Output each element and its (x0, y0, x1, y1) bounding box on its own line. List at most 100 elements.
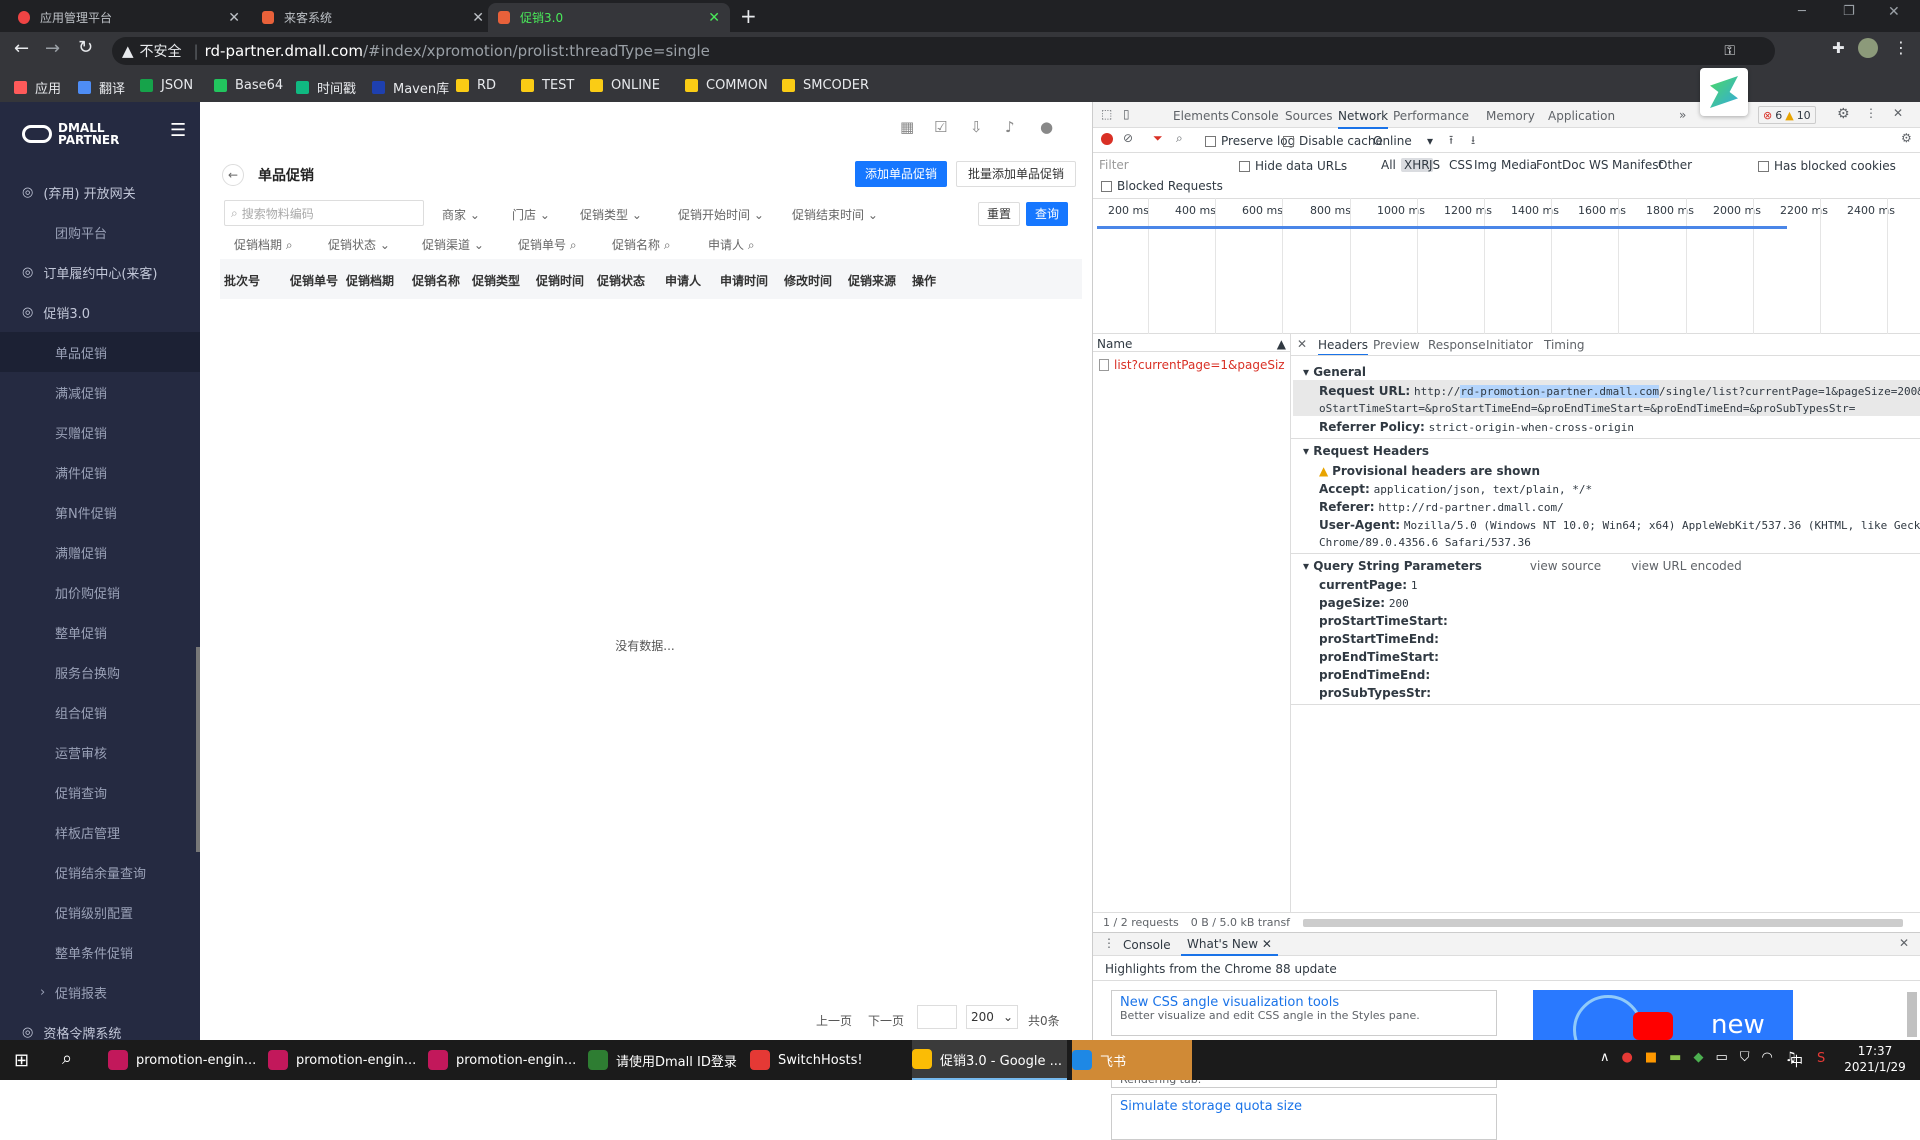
sidebar-item[interactable]: 促销级别配置 (0, 892, 200, 932)
drawer-tab-console[interactable]: Console (1123, 938, 1171, 952)
network-filter-input[interactable]: Filter (1097, 158, 1232, 176)
search-icon[interactable]: ⌕ (62, 1048, 72, 1069)
taskbar-app[interactable]: 请使用Dmall ID登录 (588, 1040, 746, 1080)
key-icon[interactable]: ⚿ (1724, 43, 1735, 59)
taskbar-app[interactable]: promotion-engin... (428, 1040, 578, 1080)
bookmark-item[interactable]: Maven库 (372, 78, 449, 97)
bookmark-item[interactable]: COMMON (685, 78, 768, 93)
back-button[interactable]: ← (222, 164, 244, 186)
close-icon[interactable]: ✕ (1262, 937, 1272, 951)
view-url-encoded-link[interactable]: view URL encoded (1631, 559, 1742, 573)
taskbar-app[interactable]: 促销3.0 - Google ... (912, 1040, 1067, 1080)
sidebar-item[interactable]: 买赠促销 (0, 412, 200, 452)
bookmark-item[interactable]: RD (456, 78, 496, 93)
bookmark-item[interactable]: SMCODER (782, 78, 869, 93)
grid-icon[interactable]: ▦ (900, 118, 914, 136)
sidebar-item[interactable]: 团购平台 (0, 212, 200, 252)
tray-app-icon[interactable]: ▭ (1715, 1050, 1727, 1065)
sidebar-item[interactable]: 单品促销 (0, 332, 200, 372)
sidebar-item[interactable]: ◎ 订单履约中心(来客) (0, 252, 200, 292)
reload-icon[interactable]: ↻ (78, 37, 93, 58)
bookmark-item[interactable]: 应用 (14, 78, 61, 97)
batch-add-button[interactable]: 批量添加单品促销 (956, 161, 1076, 187)
drawer-tab-whats-new[interactable]: What's New ✕ (1181, 932, 1278, 956)
windows-start-icon[interactable]: ⊞ (14, 1050, 29, 1071)
filter-field[interactable]: 申请人 ⌕ (708, 236, 755, 253)
resource-type-filter[interactable]: Manifest (1612, 158, 1663, 172)
resource-type-filter[interactable]: Other (1658, 158, 1692, 172)
forward-icon[interactable]: → (45, 38, 60, 59)
disable-cache-checkbox[interactable]: Disable cache (1283, 134, 1383, 148)
details-tab[interactable]: Initiator (1486, 338, 1533, 352)
prev-page-button[interactable]: 上一页 (816, 1012, 852, 1029)
add-single-promotion-button[interactable]: 添加单品促销 (855, 161, 947, 187)
whats-new-card[interactable]: New CSS angle visualization tools Better … (1111, 990, 1497, 1036)
drawer-menu-icon[interactable]: ⋮ (1103, 936, 1115, 950)
profile-avatar[interactable] (1858, 38, 1878, 58)
more-tabs-icon[interactable]: » (1679, 108, 1686, 122)
collapse-menu-icon[interactable]: ☰ (170, 120, 186, 141)
page-size-select[interactable]: 200 ⌄ (966, 1005, 1018, 1029)
sidebar-item[interactable]: 整单促销 (0, 612, 200, 652)
hide-data-urls-checkbox[interactable]: Hide data URLs (1239, 159, 1347, 173)
taskbar-app[interactable]: promotion-engin... (268, 1040, 418, 1080)
sidebar-item[interactable]: ◎ 促销3.0 (0, 292, 200, 332)
details-tab[interactable]: Response (1428, 338, 1486, 352)
omnibox[interactable]: ▲ 不安全 | rd-partner.dmall.com/#index/xpro… (112, 37, 1775, 65)
details-tab[interactable]: Timing (1544, 338, 1585, 352)
resource-type-filter[interactable]: WS (1589, 158, 1608, 172)
browser-tab[interactable]: 来客系统 ✕ (252, 3, 494, 32)
wifi-icon[interactable]: ◠ (1762, 1050, 1773, 1065)
tray-chevron-icon[interactable]: ∧ (1600, 1050, 1610, 1065)
network-settings-icon[interactable]: ⚙ (1901, 131, 1912, 145)
restore-button[interactable]: ❐ (1843, 4, 1855, 19)
devtools-tab[interactable]: Application (1548, 109, 1615, 123)
bookmark-item[interactable]: 翻译 (78, 78, 125, 97)
view-source-link[interactable]: view source (1530, 559, 1601, 573)
inspect-icon[interactable]: ⬚ (1101, 107, 1112, 121)
filter-dropdown[interactable]: 门店 ⌄ (512, 206, 550, 223)
tray-app-icon[interactable]: ■ (1645, 1050, 1657, 1065)
general-section-title[interactable]: ▾ General (1303, 365, 1366, 379)
tray-app-icon[interactable]: ● (1622, 1050, 1633, 1065)
taskbar-app[interactable]: 飞书 (1072, 1040, 1192, 1080)
close-icon[interactable]: ✕ (708, 10, 720, 26)
reset-button[interactable]: 重置 (978, 202, 1020, 226)
drawer-scrollbar[interactable] (1907, 992, 1917, 1037)
filter-field[interactable]: 促销渠道 ⌄ (422, 236, 484, 253)
resource-type-filter[interactable]: Doc (1562, 158, 1585, 172)
sidebar-item[interactable]: 促销结余量查询 (0, 852, 200, 892)
sidebar-item[interactable]: 组合促销 (0, 692, 200, 732)
user-icon[interactable]: ● (1040, 118, 1053, 136)
export-har-icon[interactable]: ⭳ (1471, 131, 1475, 152)
search-icon[interactable]: ⌕ (1176, 131, 1183, 146)
tray-app-icon[interactable]: ◆ (1693, 1050, 1703, 1065)
minimize-button[interactable]: ─ (1798, 4, 1806, 19)
taskbar-app[interactable]: SwitchHosts! (750, 1040, 900, 1080)
preserve-log-checkbox[interactable]: Preserve log (1205, 134, 1295, 148)
sidebar-item[interactable]: 满赠促销 (0, 532, 200, 572)
close-drawer-icon[interactable]: ✕ (1899, 936, 1909, 950)
settings-icon[interactable]: ⚙ (1837, 106, 1850, 122)
bookmark-item[interactable]: TEST (521, 78, 574, 93)
devtools-tab[interactable]: Console (1231, 109, 1279, 123)
window-close-button[interactable]: ✕ (1888, 4, 1900, 20)
bookmark-item[interactable]: 时间戳 (296, 78, 356, 97)
details-tab[interactable]: Headers (1318, 338, 1368, 356)
filter-field[interactable]: 促销名称 ⌕ (612, 236, 671, 253)
close-devtools-icon[interactable]: ✕ (1893, 106, 1903, 120)
browser-tab-active[interactable]: 促销3.0 ✕ (488, 3, 730, 32)
sidebar-item[interactable]: 满件促销 (0, 452, 200, 492)
sidebar-item[interactable]: 加价购促销 (0, 572, 200, 612)
bell-icon[interactable]: ♪ (1005, 118, 1015, 136)
resource-type-filter[interactable]: Media (1501, 158, 1537, 172)
tray-app-icon[interactable]: ▬ (1669, 1050, 1681, 1065)
sidebar-item[interactable]: 整单条件促销 (0, 932, 200, 972)
sidebar-item[interactable]: 满减促销 (0, 372, 200, 412)
whats-new-video[interactable]: new (1533, 990, 1793, 1040)
extensions-icon[interactable]: ✚ (1832, 39, 1845, 57)
clear-icon[interactable]: ⊘ (1123, 131, 1133, 145)
details-tab[interactable]: Preview (1373, 338, 1420, 352)
close-icon[interactable]: ✕ (228, 10, 240, 26)
bookmark-item[interactable]: Base64 (214, 78, 283, 93)
